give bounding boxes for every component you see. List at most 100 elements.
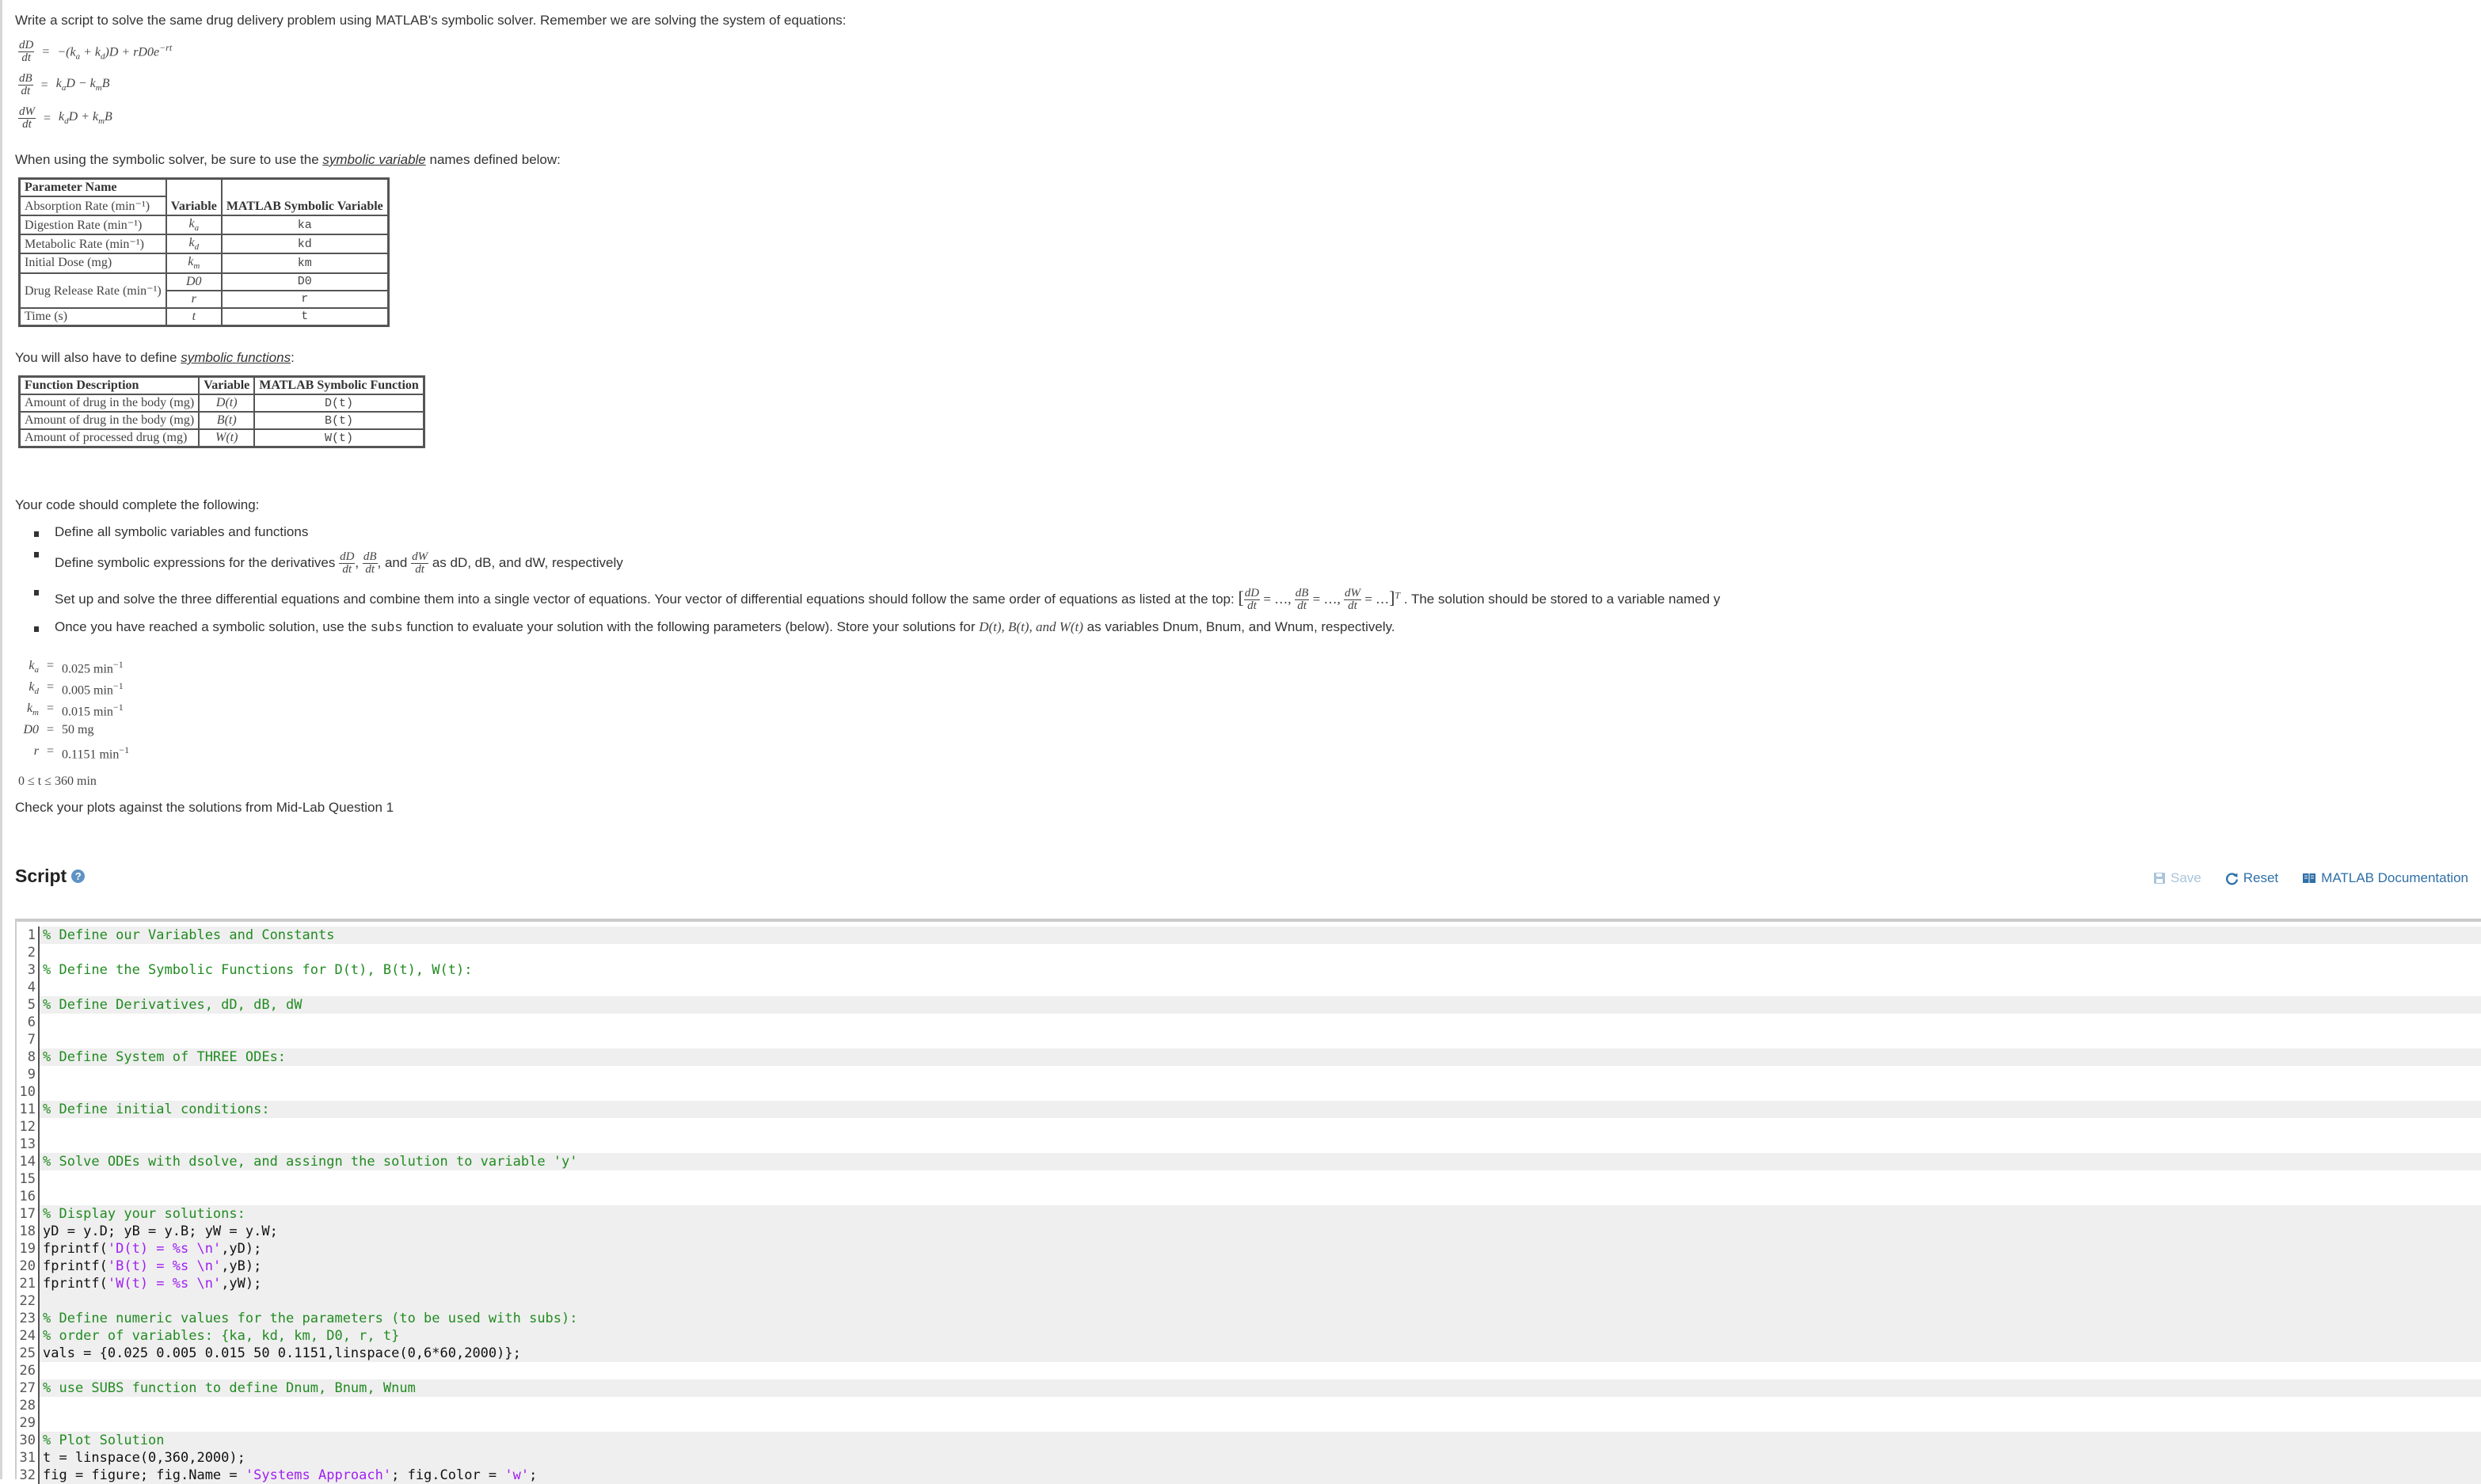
code-text[interactable] bbox=[40, 1188, 2481, 1205]
code-text[interactable]: fprintf('W(t) = %s \n',yW); bbox=[40, 1275, 2481, 1292]
column-header: Variable bbox=[165, 177, 223, 215]
code-text[interactable]: % order of variables: {ka, kd, km, D0, r… bbox=[40, 1327, 2481, 1345]
equation-rhs: kaD − kmB bbox=[55, 77, 110, 93]
code-text[interactable]: % Define Derivatives, dD, dB, dW bbox=[40, 996, 2481, 1014]
code-text[interactable] bbox=[40, 979, 2481, 996]
line-number: 9 bbox=[17, 1066, 40, 1083]
code-line[interactable]: 27% use SUBS function to define Dnum, Bn… bbox=[17, 1379, 2481, 1397]
code-line[interactable]: 19 fprintf('D(t) = %s \n',yD); bbox=[17, 1240, 2481, 1258]
code-text[interactable]: fprintf('B(t) = %s \n',yB); bbox=[40, 1258, 2481, 1275]
code-text[interactable] bbox=[40, 1170, 2481, 1188]
code-line[interactable]: 26 bbox=[17, 1362, 2481, 1379]
check-note: Check your plots against the solutions f… bbox=[15, 800, 394, 815]
code-line[interactable]: 31 t = linspace(0,360,2000); bbox=[17, 1449, 2481, 1467]
matlab-documentation-link[interactable]: MATLAB Documentation bbox=[2302, 870, 2468, 886]
code-text[interactable] bbox=[40, 1118, 2481, 1136]
code-text[interactable]: % Define System of THREE ODEs: bbox=[40, 1048, 2481, 1066]
code-line[interactable]: 22 bbox=[17, 1292, 2481, 1310]
code-text[interactable]: % use SUBS function to define Dnum, Bnum… bbox=[40, 1379, 2481, 1397]
code-text[interactable]: % Solve ODEs with dsolve, and assingn th… bbox=[40, 1153, 2481, 1170]
code-line[interactable]: 21 fprintf('W(t) = %s \n',yW); bbox=[17, 1275, 2481, 1292]
column-header: MATLAB Symbolic Variable bbox=[220, 177, 390, 215]
code-line[interactable]: 25 vals = {0.025 0.005 0.015 50 0.1151,li… bbox=[17, 1345, 2481, 1362]
column-header: Parameter Name bbox=[18, 177, 167, 197]
equation-rhs: kdD + kmB bbox=[59, 110, 112, 127]
symbolic-variable-link[interactable]: symbolic variable bbox=[322, 152, 425, 167]
fraction-dB-dt: dB dt bbox=[18, 72, 33, 97]
code-line[interactable]: 4 bbox=[17, 979, 2481, 996]
code-line[interactable]: 1% Define our Variables and Constants bbox=[17, 927, 2481, 944]
code-text[interactable] bbox=[40, 1397, 2481, 1414]
column-header: MATLAB Symbolic Function bbox=[253, 375, 425, 395]
line-number: 13 bbox=[17, 1136, 40, 1153]
code-text[interactable]: yD = y.D; yB = y.B; yW = y.W; bbox=[40, 1223, 2481, 1240]
code-line[interactable]: 9 bbox=[17, 1066, 2481, 1083]
code-text[interactable]: fprintf('D(t) = %s \n',yD); bbox=[40, 1240, 2481, 1258]
code-line[interactable]: 23% Define numeric values for the parame… bbox=[17, 1310, 2481, 1327]
code-text[interactable]: fig = figure; fig.Name = 'Systems Approa… bbox=[40, 1467, 2481, 1484]
code-line[interactable]: 8% Define System of THREE ODEs: bbox=[17, 1048, 2481, 1066]
code-line[interactable]: 32 fig = figure; fig.Name = 'Systems Appr… bbox=[17, 1467, 2481, 1484]
code-line[interactable]: 16 bbox=[17, 1188, 2481, 1205]
code-line[interactable]: 2 bbox=[17, 944, 2481, 961]
code-text[interactable]: t = linspace(0,360,2000); bbox=[40, 1449, 2481, 1467]
code-text[interactable] bbox=[40, 1014, 2481, 1031]
code-text[interactable]: % Plot Solution bbox=[40, 1432, 2481, 1449]
line-number: 21 bbox=[17, 1275, 40, 1292]
function-table: Function Description Variable MATLAB Sym… bbox=[18, 375, 425, 448]
code-text[interactable] bbox=[40, 1083, 2481, 1101]
code-line[interactable]: 18 yD = y.D; yB = y.B; yW = y.W; bbox=[17, 1223, 2481, 1240]
code-line[interactable]: 28 bbox=[17, 1397, 2481, 1414]
code-line[interactable]: 13 bbox=[17, 1136, 2481, 1153]
line-number: 5 bbox=[17, 996, 40, 1014]
code-text[interactable] bbox=[40, 1066, 2481, 1083]
script-toolbar: Save Reset MATLAB Documentation bbox=[2153, 870, 2468, 886]
code-text[interactable] bbox=[40, 1362, 2481, 1379]
parameter-row: D0 = 50 mg bbox=[18, 723, 93, 737]
code-text[interactable] bbox=[40, 1136, 2481, 1153]
line-number: 16 bbox=[17, 1188, 40, 1205]
reset-button[interactable]: Reset bbox=[2225, 870, 2278, 886]
line-number: 32 bbox=[17, 1467, 40, 1484]
code-line[interactable]: 7 bbox=[17, 1031, 2481, 1048]
code-text[interactable] bbox=[40, 1031, 2481, 1048]
code-line[interactable]: 14% Solve ODEs with dsolve, and assingn … bbox=[17, 1153, 2481, 1170]
save-button[interactable]: Save bbox=[2153, 870, 2201, 886]
line-number: 12 bbox=[17, 1118, 40, 1136]
code-line[interactable]: 6 bbox=[17, 1014, 2481, 1031]
code-line[interactable]: 3% Define the Symbolic Functions for D(t… bbox=[17, 961, 2481, 979]
code-text[interactable]: vals = {0.025 0.005 0.015 50 0.1151,lins… bbox=[40, 1345, 2481, 1362]
code-line[interactable]: 5% Define Derivatives, dD, dB, dW bbox=[17, 996, 2481, 1014]
help-icon[interactable]: ? bbox=[71, 869, 86, 883]
code-text[interactable] bbox=[40, 1414, 2481, 1432]
code-text[interactable]: % Define our Variables and Constants bbox=[40, 927, 2481, 944]
code-text[interactable]: % Display your solutions: bbox=[40, 1205, 2481, 1223]
parameter-row: kd = 0.005 min−1 bbox=[18, 680, 123, 698]
parameter-symbol: D0 bbox=[23, 723, 39, 736]
code-line[interactable]: 20 fprintf('B(t) = %s \n',yB); bbox=[17, 1258, 2481, 1275]
code-line[interactable]: 17% Display your solutions: bbox=[17, 1205, 2481, 1223]
parameter-symbol: kd bbox=[29, 680, 39, 697]
parameter-row: r = 0.1151 min−1 bbox=[18, 744, 129, 762]
code-line[interactable]: 29 bbox=[17, 1414, 2481, 1432]
time-range: 0 ≤ t ≤ 360 min bbox=[18, 774, 97, 788]
code-line[interactable]: 11% Define initial conditions: bbox=[17, 1101, 2481, 1118]
code-text[interactable] bbox=[40, 944, 2481, 961]
line-number: 29 bbox=[17, 1414, 40, 1432]
code-line[interactable]: 10 bbox=[17, 1083, 2481, 1101]
code-text[interactable]: % Define numeric values for the paramete… bbox=[40, 1310, 2481, 1327]
tasks-intro: Your code should complete the following: bbox=[15, 497, 260, 512]
code-editor[interactable]: 1% Define our Variables and Constants 2 3%… bbox=[15, 919, 2481, 1484]
code-text[interactable]: % Define initial conditions: bbox=[40, 1101, 2481, 1118]
line-number: 19 bbox=[17, 1240, 40, 1258]
code-text[interactable]: % Define the Symbolic Functions for D(t)… bbox=[40, 961, 2481, 979]
code-line[interactable]: 12 bbox=[17, 1118, 2481, 1136]
code-line[interactable]: 24% order of variables: {ka, kd, km, D0,… bbox=[17, 1327, 2481, 1345]
line-number: 30 bbox=[17, 1432, 40, 1449]
code-line[interactable]: 30% Plot Solution bbox=[17, 1432, 2481, 1449]
code-text[interactable] bbox=[40, 1292, 2481, 1310]
line-number: 20 bbox=[17, 1258, 40, 1275]
symbolic-functions-link[interactable]: symbolic functions bbox=[181, 350, 291, 365]
line-number: 18 bbox=[17, 1223, 40, 1240]
code-line[interactable]: 15 bbox=[17, 1170, 2481, 1188]
